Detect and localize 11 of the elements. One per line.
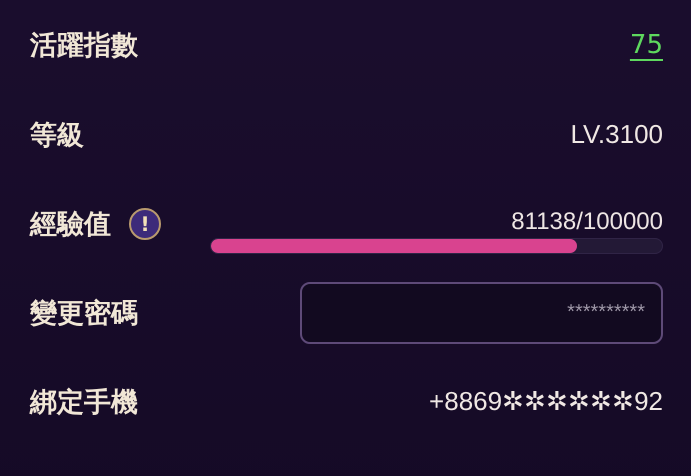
setting-label: 等級 bbox=[30, 118, 84, 152]
setting-label: 活躍指數 bbox=[30, 29, 138, 63]
info-icon[interactable]: ! bbox=[129, 208, 161, 240]
setting-value: +8869✲✲✲✲✲✲92 bbox=[429, 386, 663, 417]
setting-value: LV.3100 bbox=[570, 119, 663, 150]
setting-label: 變更密碼 bbox=[30, 296, 138, 330]
activity-link[interactable]: 75 bbox=[630, 30, 663, 60]
password-field[interactable]: ********** bbox=[300, 282, 663, 344]
setting-label: 經驗值 bbox=[30, 208, 111, 242]
progress-reading: 81138/100000 bbox=[511, 208, 663, 236]
setting-label: 綁定手機 bbox=[30, 386, 138, 420]
